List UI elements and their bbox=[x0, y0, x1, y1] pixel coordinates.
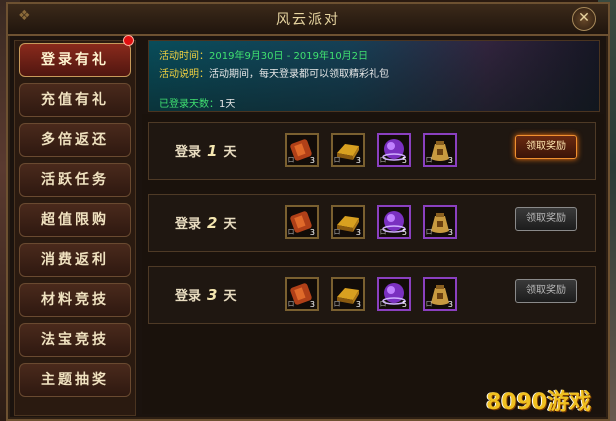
sidebar-item-multi-return[interactable]: 多倍返还 bbox=[19, 123, 131, 157]
sidebar: 登录有礼 充值有礼 多倍返还 活跃任务 超值限购 消费返利 材料竞技 法宝竞技 … bbox=[14, 40, 136, 416]
event-description: 活动说明：活动期间，每天登录都可以领取精彩礼包 bbox=[159, 69, 389, 80]
claim-reward-button[interactable]: 领取奖励 bbox=[515, 135, 577, 159]
purple-orb-icon[interactable]: 囗5 bbox=[377, 133, 411, 167]
red-scroll-icon[interactable]: 囗3 bbox=[285, 277, 319, 311]
close-button[interactable]: ✕ bbox=[572, 7, 596, 31]
treasure-bag-icon[interactable]: 囗3 bbox=[423, 277, 457, 311]
sidebar-item-spend-rebate[interactable]: 消费返利 bbox=[19, 243, 131, 277]
sidebar-item-treasure-contest[interactable]: 法宝竞技 bbox=[19, 323, 131, 357]
red-scroll-icon[interactable]: 囗3 bbox=[285, 133, 319, 167]
purple-orb-icon[interactable]: 囗5 bbox=[377, 205, 411, 239]
event-banner: 活动时间：2019年9月30日 - 2019年10月2日 活动说明：活动期间，每… bbox=[148, 40, 600, 112]
sidebar-item-login-gift[interactable]: 登录有礼 bbox=[19, 43, 131, 77]
reward-list: 登录 1 天 囗3 囗3 囗5 囗3 领取奖励 登录 2 天 囗3 囗3 囗 5… bbox=[142, 114, 604, 414]
reward-row: 登录 3 天 囗3 囗3 囗5 囗3 领取奖励 bbox=[148, 266, 596, 324]
row-label: 登录 2 天 bbox=[175, 214, 237, 232]
gold-ingot-icon[interactable]: 囗3 bbox=[331, 133, 365, 167]
event-time: 活动时间：2019年9月30日 - 2019年10月2日 bbox=[159, 51, 369, 62]
gold-ingot-icon[interactable]: 囗3 bbox=[331, 277, 365, 311]
close-icon: ✕ bbox=[578, 10, 590, 26]
window-title: 风云派对 bbox=[276, 12, 340, 28]
row-label: 登录 3 天 bbox=[175, 286, 237, 304]
claim-reward-button[interactable]: 领取奖励 bbox=[515, 279, 577, 303]
sidebar-item-theme-lottery[interactable]: 主题抽奖 bbox=[19, 363, 131, 397]
login-days: 已登录天数：1天 bbox=[159, 99, 236, 110]
claim-reward-button[interactable]: 领取奖励 bbox=[515, 207, 577, 231]
title-bar: ❖ 风云派对 ✕ bbox=[8, 4, 608, 36]
reward-row: 登录 1 天 囗3 囗3 囗5 囗3 领取奖励 bbox=[148, 122, 596, 180]
sidebar-item-material-contest[interactable]: 材料竞技 bbox=[19, 283, 131, 317]
sidebar-item-active-tasks[interactable]: 活跃任务 bbox=[19, 163, 131, 197]
purple-orb-icon[interactable]: 囗5 bbox=[377, 277, 411, 311]
row-label: 登录 1 天 bbox=[175, 142, 237, 160]
treasure-bag-icon[interactable]: 囗3 bbox=[423, 205, 457, 239]
reward-row: 登录 2 天 囗3 囗3 囗5 囗3 领取奖励 bbox=[148, 194, 596, 252]
red-scroll-icon[interactable]: 囗3 bbox=[285, 205, 319, 239]
gold-ingot-icon[interactable]: 囗3 bbox=[331, 205, 365, 239]
sidebar-item-recharge-gift[interactable]: 充值有礼 bbox=[19, 83, 131, 117]
notification-dot bbox=[123, 35, 134, 46]
treasure-bag-icon[interactable]: 囗3 bbox=[423, 133, 457, 167]
sidebar-item-limited-buy[interactable]: 超值限购 bbox=[19, 203, 131, 237]
watermark-logo: 8090游戏 bbox=[486, 390, 592, 415]
